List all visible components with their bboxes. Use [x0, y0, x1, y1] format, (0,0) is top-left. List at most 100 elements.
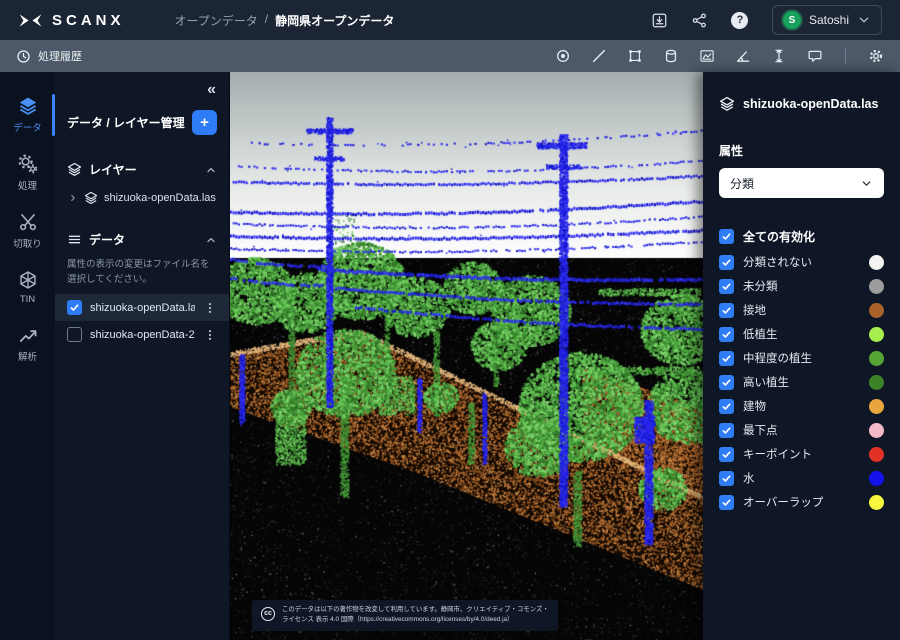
sidebar-item-tin[interactable]: TIN — [0, 260, 55, 315]
collapse-panel-button[interactable]: « — [207, 81, 216, 99]
class-color-dot — [869, 399, 884, 414]
add-data-button[interactable]: + — [192, 110, 217, 135]
angle-measure-tool-icon[interactable] — [735, 48, 751, 64]
comment-tool-icon[interactable] — [807, 48, 823, 64]
top-bar: SCANX オープンデータ / 静岡県オープンデータ ? S Satoshi — [0, 0, 900, 40]
volume-measure-tool-icon[interactable] — [663, 48, 679, 64]
attribution-box: cc このデータは以下の著作物を改変して利用しています。静岡市、クリエイティブ・… — [252, 600, 558, 631]
data-section-hint: 属性の表示の変更はファイル名を選択してください。 — [67, 257, 217, 287]
class-checkbox[interactable] — [719, 495, 734, 510]
layers-icon — [84, 191, 98, 205]
data-file-row[interactable]: shizuoka-openData-2.las — [55, 321, 229, 348]
class-checkbox[interactable] — [719, 303, 734, 318]
measure-tools — [555, 48, 884, 64]
attribute-select-value: 分類 — [730, 175, 754, 192]
selected-file-name: shizuoka-openData.las — [743, 97, 878, 111]
settings-gear-icon[interactable] — [868, 48, 884, 64]
pointcloud-canvas[interactable] — [230, 72, 703, 640]
kebab-menu-icon[interactable] — [203, 328, 217, 342]
class-checkbox[interactable] — [719, 423, 734, 438]
class-label: 最下点 — [743, 422, 778, 438]
class-checkbox[interactable] — [719, 327, 734, 342]
enable-all-row: 全ての有効化 — [719, 228, 884, 245]
chevron-right-icon[interactable] — [68, 193, 78, 203]
layers-section-label: レイヤー — [89, 161, 137, 178]
attribution-text: このデータは以下の著作物を改変して利用しています。静岡市、クリエイティブ・コモン… — [282, 605, 549, 626]
breadcrumb-parent[interactable]: オープンデータ — [175, 12, 258, 29]
chevron-up-icon[interactable] — [205, 164, 217, 176]
scanx-logo-icon — [18, 12, 43, 29]
download-icon[interactable] — [646, 6, 674, 34]
classification-row: オーバーラップ — [719, 490, 884, 514]
share-icon[interactable] — [686, 6, 714, 34]
rect-select-tool-icon[interactable] — [627, 48, 643, 64]
processing-icon — [18, 154, 38, 174]
class-checkbox[interactable] — [719, 255, 734, 270]
data-file-row[interactable]: shizuoka-openData.las — [55, 294, 229, 321]
class-color-dot — [869, 255, 884, 270]
line-measure-tool-icon[interactable] — [591, 48, 607, 64]
logo-text: SCANX — [52, 12, 125, 29]
classification-row: 分類されない — [719, 250, 884, 274]
file-name: shizuoka-openData-2.las — [90, 329, 195, 341]
class-checkbox[interactable] — [719, 279, 734, 294]
class-color-dot — [869, 471, 884, 486]
data-section-header[interactable]: データ — [67, 231, 217, 248]
layer-panel: « データ / レイヤー管理 + レイヤー shizuoka-openData.… — [55, 72, 230, 640]
layer-tree-item[interactable]: shizuoka-openData.las — [67, 191, 217, 205]
class-label: 低植生 — [743, 326, 778, 342]
class-checkbox[interactable] — [719, 471, 734, 486]
sidebar-item-label: 処理 — [18, 178, 37, 192]
help-icon[interactable]: ? — [726, 6, 754, 34]
sidebar-item-label: データ — [13, 120, 42, 134]
3d-viewport: cc このデータは以下の著作物を改変して利用しています。静岡市、クリエイティブ・… — [230, 72, 703, 640]
layer-item-name: shizuoka-openData.las — [104, 192, 216, 204]
data-icon — [18, 96, 38, 116]
class-label: 中程度の植生 — [743, 350, 812, 366]
class-checkbox[interactable] — [719, 447, 734, 462]
file-checkbox[interactable] — [67, 327, 82, 342]
list-icon — [67, 232, 82, 247]
sidebar-item-data[interactable]: データ — [0, 86, 55, 144]
user-menu-button[interactable]: S Satoshi — [772, 5, 882, 35]
app-logo[interactable]: SCANX — [18, 12, 125, 29]
attribute-panel: shizuoka-openData.las 属性 分類 全ての有効化 分類されな… — [703, 72, 900, 640]
history-button[interactable]: 処理履歴 — [16, 48, 82, 64]
class-checkbox[interactable] — [719, 351, 734, 366]
class-checkbox[interactable] — [719, 399, 734, 414]
class-label: オーバーラップ — [743, 494, 823, 510]
sidebar-item-clip[interactable]: 切取り — [0, 202, 55, 260]
class-label: 水 — [743, 470, 755, 486]
sidebar-item-label: 解析 — [18, 349, 37, 363]
profile-section-tool-icon[interactable] — [699, 48, 715, 64]
sidebar-item-processing[interactable]: 処理 — [0, 144, 55, 202]
file-checkbox[interactable] — [67, 300, 82, 315]
enable-all-checkbox[interactable] — [719, 229, 734, 244]
classification-row: 中程度の植生 — [719, 346, 884, 370]
sidebar-item-analysis[interactable]: 解析 — [0, 315, 55, 373]
layers-icon — [719, 96, 735, 112]
toolbar-divider — [845, 48, 846, 64]
class-color-dot — [869, 375, 884, 390]
point-annotation-tool-icon[interactable] — [555, 48, 571, 64]
class-color-dot — [869, 327, 884, 342]
class-checkbox[interactable] — [719, 375, 734, 390]
layers-icon — [67, 162, 82, 177]
top-actions: ? S Satoshi — [646, 5, 882, 35]
height-measure-tool-icon[interactable] — [771, 48, 787, 64]
class-color-dot — [869, 303, 884, 318]
breadcrumb-current: 静岡県オープンデータ — [275, 12, 394, 29]
sidebar-item-label: 切取り — [13, 236, 42, 250]
kebab-menu-icon[interactable] — [203, 301, 217, 315]
chevron-down-icon — [860, 177, 873, 190]
attribute-select[interactable]: 分類 — [719, 168, 884, 198]
classification-row: 低植生 — [719, 322, 884, 346]
chevron-up-icon[interactable] — [205, 234, 217, 246]
class-label: 未分類 — [743, 278, 778, 294]
main-area: データ処理切取りTIN解析 « データ / レイヤー管理 + レイヤー shiz… — [0, 72, 900, 640]
attribute-label: 属性 — [719, 142, 884, 159]
layers-section-header[interactable]: レイヤー — [67, 161, 217, 178]
class-label: 分類されない — [743, 254, 812, 270]
classification-row: 建物 — [719, 394, 884, 418]
tool-bar: 処理履歴 — [0, 40, 900, 72]
